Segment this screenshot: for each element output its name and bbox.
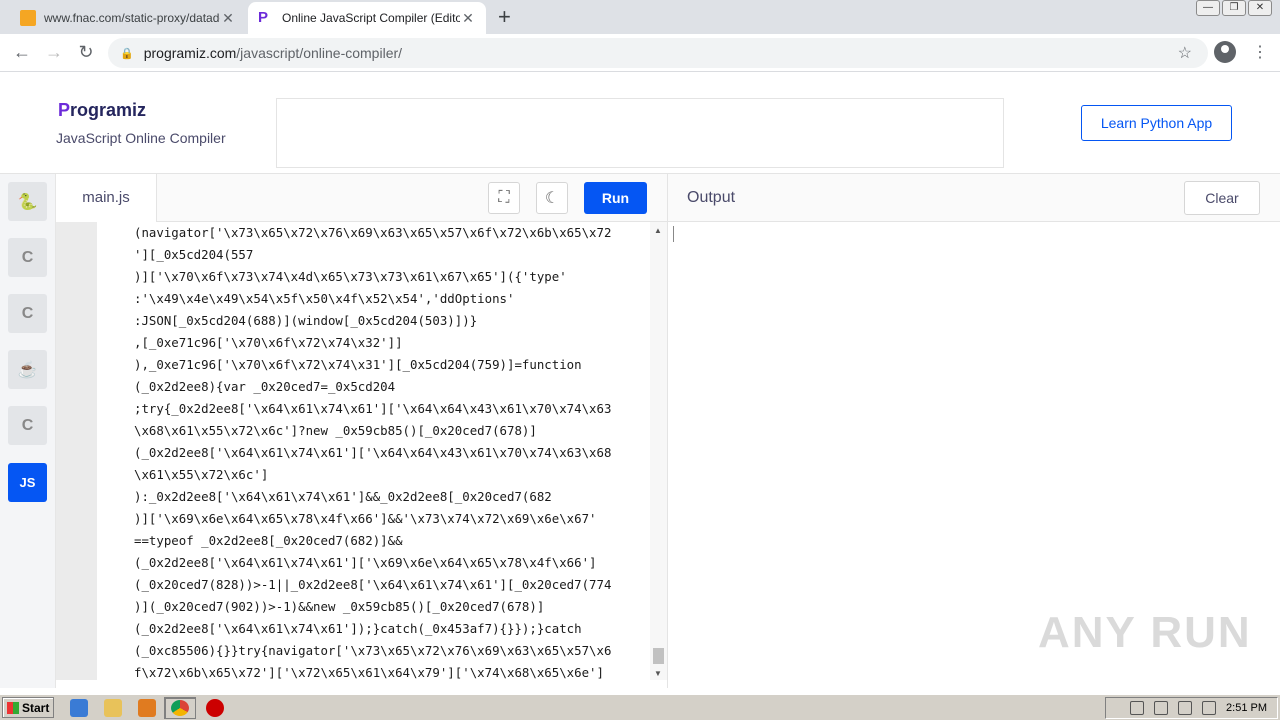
browser-tab-programiz[interactable]: P Online JavaScript Compiler (Editor) ✕: [248, 2, 486, 34]
code-line: '][_0x5cd204(557: [134, 247, 254, 262]
back-arrow-icon[interactable]: ←: [10, 42, 34, 63]
code-line: (navigator['\x73\x65\x72\x76\x69\x63\x65…: [134, 225, 612, 240]
forward-arrow-icon[interactable]: →: [42, 42, 66, 63]
antivirus-alert-icon[interactable]: [206, 699, 224, 717]
code-line: (_0x2d2ee8['\x64\x61\x74\x61']['\x69\x6e…: [134, 555, 597, 570]
address-bar[interactable]: 🔒 programiz.com /javascript/online-compi…: [108, 38, 1208, 68]
output-header: Output Clear: [667, 174, 1280, 222]
windows-taskbar: Start 2:51 PM: [0, 694, 1280, 720]
code-line: ,[_0xe71c96['\x70\x6f\x72\x74\x32']]: [134, 335, 403, 350]
new-tab-button[interactable]: +: [498, 6, 511, 28]
internet-explorer-icon[interactable]: [70, 699, 88, 717]
ad-placeholder: [276, 98, 1004, 168]
code-text[interactable]: (navigator['\x73\x65\x72\x76\x69\x63\x65…: [134, 222, 650, 684]
bookmark-star-icon[interactable]: ☆: [1178, 43, 1192, 63]
url-path: /javascript/online-compiler/: [236, 45, 403, 61]
language-c-icon[interactable]: C: [8, 238, 47, 277]
editor-scrollbar[interactable]: ▲ ▼: [650, 222, 667, 680]
scroll-up-arrow-icon[interactable]: ▲: [654, 226, 662, 235]
code-line: )](_0x20ced7(902))>-1)&&new _0x59cb85()[…: [134, 599, 545, 614]
chrome-icon: [171, 700, 189, 716]
close-tab-icon[interactable]: ✕: [460, 10, 476, 27]
learn-python-app-button[interactable]: Learn Python App: [1081, 105, 1232, 141]
page-subtitle: JavaScript Online Compiler: [56, 130, 226, 146]
code-line: \x61\x55\x72\x6c']: [134, 467, 269, 482]
code-line: (_0x2d2ee8){var _0x20ced7=_0x5cd204: [134, 379, 396, 394]
language-javascript-icon[interactable]: JS: [8, 463, 47, 502]
start-label: Start: [22, 700, 50, 715]
language-cpp-icon[interactable]: C: [8, 294, 47, 333]
media-player-icon[interactable]: [138, 699, 156, 717]
programiz-favicon-icon: P: [258, 9, 269, 26]
site-header: Programiz JavaScript Online Compiler Lea…: [0, 72, 1280, 174]
dark-mode-moon-icon[interactable]: ☾: [536, 182, 568, 214]
browser-tab-bar: www.fnac.com/static-proxy/datadom ✕ P On…: [0, 0, 1280, 34]
code-line: (_0x2d2ee8['\x64\x61\x74\x61']);}catch(_…: [134, 621, 582, 636]
file-tab-main-js[interactable]: main.js: [56, 174, 157, 222]
close-tab-icon[interactable]: ✕: [220, 10, 236, 27]
output-cursor: [673, 226, 674, 242]
code-line: f\x72\x6b\x65\x72']['\x72\x65\x61\x64\x7…: [134, 665, 604, 680]
code-line: ==typeof _0x2d2ee8[_0x20ced7(682)]&&: [134, 533, 403, 548]
close-window-icon[interactable]: ✕: [1248, 0, 1272, 16]
code-line: (_0x2d2ee8['\x64\x61\x74\x61']['\x64\x64…: [134, 445, 612, 460]
logo-initial: P: [58, 100, 71, 120]
fnac-favicon-icon: [20, 10, 36, 26]
output-label: Output: [687, 189, 736, 206]
code-line: )]['\x69\x6e\x64\x65\x78\x4f\x66']&&'\x7…: [134, 511, 597, 526]
logo-text: rogramiz: [70, 100, 147, 120]
minimize-icon[interactable]: —: [1196, 0, 1220, 16]
code-line: (_0x20ced7(828))>-1||_0x2d2ee8['\x64\x61…: [134, 577, 612, 592]
tab-title: Online JavaScript Compiler (Editor): [282, 11, 460, 25]
code-line: \x68\x61\x55\x72\x6c']?new _0x59cb85()[_…: [134, 423, 537, 438]
code-line: (_0xc85506){}}try{navigator['\x73\x65\x7…: [134, 643, 612, 658]
clock: 2:51 PM: [1226, 702, 1267, 714]
code-line: :JSON[_0x5cd204(688)](window[_0x5cd204(5…: [134, 313, 478, 328]
fullscreen-icon[interactable]: ⛶: [488, 182, 520, 214]
editor-header: main.js ⛶ ☾ Run: [56, 174, 667, 222]
browser-menu-icon[interactable]: ⋮: [1252, 42, 1268, 62]
url-host: programiz.com: [143, 45, 237, 61]
reload-icon[interactable]: ↻: [74, 42, 98, 63]
tray-expand-icon[interactable]: [1130, 701, 1145, 715]
code-line: :'\x49\x4e\x49\x54\x5f\x50\x4f\x52\x54',…: [134, 291, 515, 306]
code-line: )]['\x70\x6f\x73\x74\x4d\x65\x73\x73\x61…: [134, 269, 567, 284]
scroll-down-arrow-icon[interactable]: ▼: [654, 669, 662, 678]
profile-avatar-icon[interactable]: [1214, 41, 1236, 63]
windows-flag-icon: [7, 701, 19, 714]
language-sidebar: 🐍 C C ☕ C JS: [0, 174, 56, 688]
programiz-logo[interactable]: Programiz: [58, 100, 146, 121]
start-button[interactable]: Start: [2, 697, 54, 718]
anyrun-watermark: ANY RUN: [1038, 608, 1252, 657]
browser-tab-fnac[interactable]: www.fnac.com/static-proxy/datadom ✕: [10, 2, 246, 34]
line-number-gutter: [56, 222, 97, 680]
flag-notification-icon[interactable]: [1202, 701, 1217, 715]
code-line: ):_0x2d2ee8['\x64\x61\x74\x61']&&_0x2d2e…: [134, 489, 552, 504]
file-explorer-icon[interactable]: [104, 699, 122, 717]
language-python-icon[interactable]: 🐍: [8, 182, 47, 221]
volume-icon[interactable]: [1154, 701, 1169, 715]
language-csharp-icon[interactable]: C: [8, 406, 47, 445]
browser-toolbar: ← → ↻ 🔒 programiz.com /javascript/online…: [0, 34, 1280, 72]
system-tray: 2:51 PM: [1105, 697, 1278, 719]
run-button[interactable]: Run: [584, 182, 647, 214]
tab-title: www.fnac.com/static-proxy/datadom: [44, 11, 220, 25]
window-controls: — ❐ ✕: [1196, 0, 1272, 16]
clear-button[interactable]: Clear: [1184, 181, 1260, 215]
network-icon[interactable]: [1178, 701, 1193, 715]
lock-icon: 🔒: [120, 47, 134, 60]
scroll-thumb[interactable]: [653, 648, 664, 664]
code-editor[interactable]: (navigator['\x73\x65\x72\x76\x69\x63\x65…: [56, 222, 667, 688]
code-line: ),_0xe71c96['\x70\x6f\x72\x74\x31'][_0x5…: [134, 357, 582, 372]
code-line: ;try{_0x2d2ee8['\x64\x61\x74\x61']['\x64…: [134, 401, 612, 416]
language-java-icon[interactable]: ☕: [8, 350, 47, 389]
restore-icon[interactable]: ❐: [1222, 0, 1246, 16]
